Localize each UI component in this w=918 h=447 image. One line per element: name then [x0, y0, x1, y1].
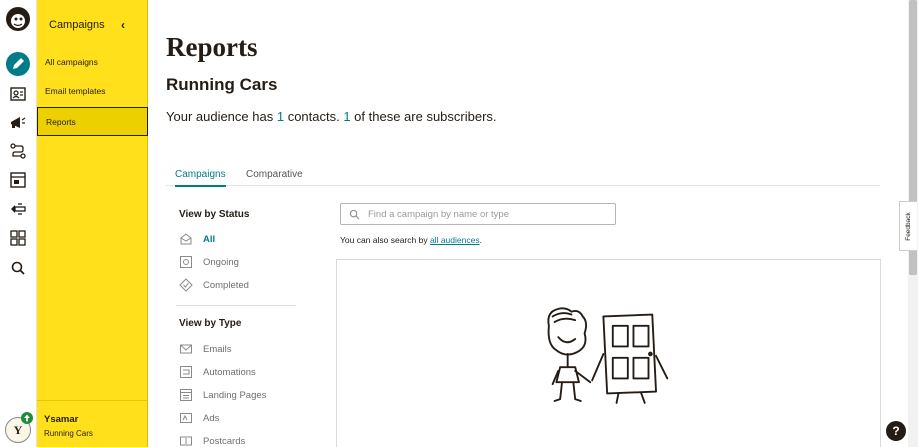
automation-icon — [180, 366, 192, 378]
filter-label: Completed — [203, 279, 249, 291]
filter-type-ads[interactable]: Ads — [179, 410, 219, 426]
report-tabs: Campaigns Comparative — [166, 166, 880, 187]
audience-summary: Your audience has 1 contacts. 1 of these… — [166, 109, 497, 124]
filter-label: All — [203, 233, 216, 245]
campaign-search[interactable] — [340, 203, 616, 225]
search-hint-prefix: You can also search by — [340, 235, 430, 245]
empty-state-panel — [336, 259, 881, 447]
empty-state-illustration — [547, 307, 669, 404]
user-organization: Running Cars — [44, 429, 93, 438]
ongoing-icon — [180, 256, 192, 268]
upgrade-arrow-icon — [21, 412, 33, 424]
filter-label: Ongoing — [203, 256, 239, 268]
panel-item-all-campaigns[interactable]: All campaigns — [37, 48, 148, 77]
filter-type-emails[interactable]: Emails — [179, 341, 232, 357]
all-audiences-link[interactable]: all audiences — [430, 235, 480, 245]
panel-item-email-templates[interactable]: Email templates — [37, 77, 148, 106]
filter-status-all[interactable]: All — [179, 231, 215, 247]
ads-icon — [180, 413, 192, 423]
filter-label: Automations — [203, 366, 256, 378]
filter-label: Ads — [203, 412, 220, 424]
postcard-icon — [180, 436, 192, 446]
filter-status-completed[interactable]: Completed — [179, 277, 249, 293]
tab-campaigns[interactable]: Campaigns — [175, 169, 226, 187]
audience-icon[interactable] — [7, 83, 29, 105]
subscribers-count: 1 — [343, 109, 351, 124]
account-switcher[interactable]: Ysamar Running Cars — [37, 400, 148, 447]
mailchimp-logo-icon[interactable] — [5, 6, 31, 32]
view-by-type-heading: View by Type — [179, 318, 242, 329]
filter-divider — [176, 305, 296, 306]
panel-heading: Campaigns — [49, 19, 105, 31]
integrations-icon[interactable] — [7, 198, 29, 220]
avatar-initial: Y — [13, 422, 23, 437]
landing-pages-icon[interactable] — [7, 169, 29, 191]
contacts-count: 1 — [276, 109, 285, 124]
panel-header: Campaigns ‹ — [37, 0, 148, 48]
campaigns-side-panel: Campaigns ‹ All campaigns Email template… — [37, 0, 148, 447]
apps-grid-icon[interactable] — [7, 227, 29, 249]
feedback-label: Feedback — [905, 211, 913, 241]
icon-rail: Y — [0, 0, 37, 447]
help-label: ? — [892, 424, 900, 438]
audience-name: Running Cars — [166, 75, 278, 94]
search-hint: You can also search by all audiences. — [340, 235, 482, 245]
audience-suffix: of these are subscribers. — [350, 109, 497, 124]
filter-status-ongoing[interactable]: Ongoing — [179, 254, 239, 270]
page-title: Reports — [166, 32, 258, 62]
audience-prefix: Your audience has — [166, 109, 277, 124]
panel-item-reports[interactable]: Reports — [37, 107, 148, 136]
view-by-status-heading: View by Status — [179, 209, 250, 220]
all-campaigns-icon — [180, 233, 192, 245]
filter-type-automations[interactable]: Automations — [179, 364, 256, 380]
search-icon — [349, 209, 360, 219]
filter-label: Emails — [203, 343, 232, 355]
search-icon[interactable] — [7, 257, 29, 279]
user-name: Ysamar — [44, 414, 79, 425]
help-button[interactable]: ? — [886, 421, 906, 441]
audience-middle: contacts. — [284, 109, 344, 124]
email-icon — [180, 344, 192, 354]
search-input[interactable] — [368, 208, 608, 220]
filter-label: Landing Pages — [203, 389, 267, 401]
feedback-tab[interactable]: Feedback — [899, 201, 917, 251]
search-hint-suffix: . — [479, 235, 482, 245]
filter-label: Postcards — [203, 435, 246, 447]
completed-check-icon — [179, 278, 193, 292]
tab-comparative[interactable]: Comparative — [246, 169, 303, 180]
automations-icon[interactable] — [7, 140, 29, 162]
landing-page-icon — [180, 389, 192, 401]
campaigns-megaphone-icon[interactable] — [7, 112, 29, 134]
filter-type-postcards[interactable]: Postcards — [179, 433, 245, 447]
collapse-chevron-icon[interactable]: ‹ — [121, 18, 125, 32]
filter-type-landing-pages[interactable]: Landing Pages — [179, 387, 266, 403]
create-pencil-icon[interactable] — [6, 52, 30, 76]
